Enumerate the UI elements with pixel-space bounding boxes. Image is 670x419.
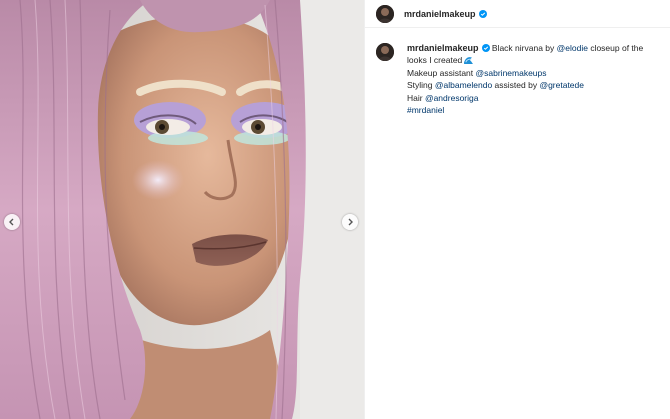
mention-gretatede[interactable]: @gretatede	[539, 80, 584, 90]
carousel-next-button[interactable]	[342, 214, 358, 230]
caption-text: mrdanielmakeup Black nirvana by @elodie …	[407, 42, 662, 116]
avatar[interactable]	[376, 43, 394, 61]
verified-badge-icon	[481, 44, 490, 52]
verified-badge-icon	[478, 9, 487, 18]
mention-elodie[interactable]: @elodie	[557, 43, 588, 53]
caption-line2-label: Makeup assistant	[407, 67, 476, 78]
mention-andresoriga[interactable]: @andresoriga	[425, 93, 479, 103]
mention-sabrinemakeups[interactable]: @sabrinemakeups	[476, 68, 547, 78]
post-header: mrdanielmakeup	[365, 0, 670, 28]
instagram-post: mrdanielmakeup mrdanielmakeup Black nirv…	[0, 0, 670, 419]
chevron-left-icon	[9, 218, 14, 226]
caption-username[interactable]: mrdanielmakeup	[407, 43, 479, 53]
carousel-prev-button[interactable]	[4, 214, 20, 230]
post-media[interactable]	[0, 0, 364, 419]
chevron-right-icon	[348, 218, 353, 226]
post-sidebar: mrdanielmakeup mrdanielmakeup Black nirv…	[364, 0, 670, 419]
caption-line1-text: Black nirvana by	[489, 43, 557, 53]
mention-albamelendo[interactable]: @albamelendo	[435, 80, 492, 90]
header-username[interactable]: mrdanielmakeup	[404, 9, 476, 19]
caption-line3-mid: assisted by	[492, 80, 540, 91]
profile-picture	[376, 4, 394, 23]
caption-line4-label: Hair	[407, 92, 425, 103]
portrait-photo	[0, 0, 364, 419]
hashtag-mrdaniel[interactable]: #mrdaniel	[407, 105, 444, 115]
post-caption: mrdanielmakeup Black nirvana by @elodie …	[376, 42, 664, 116]
avatar[interactable]	[376, 4, 394, 23]
caption-line3-label: Styling	[407, 80, 435, 91]
wave-emoji-icon	[464, 57, 474, 65]
profile-picture	[376, 43, 394, 61]
